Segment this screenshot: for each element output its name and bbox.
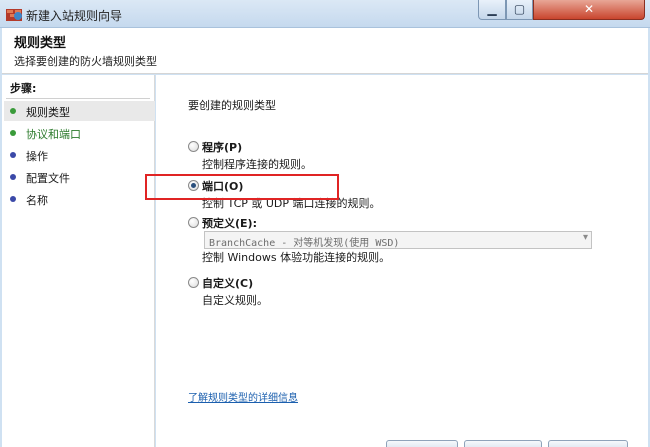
step-status-dot-icon	[10, 152, 16, 158]
option-label[interactable]: 自定义(C)	[202, 275, 253, 291]
step-label: 操作	[26, 150, 48, 163]
minimize-icon: ▁	[487, 2, 497, 16]
back-button[interactable]	[386, 440, 458, 447]
cancel-button[interactable]	[548, 440, 628, 447]
chevron-down-icon: ▾	[582, 232, 588, 243]
predefined-rule-select[interactable]: BranchCache - 对等机发现(使用 WSD) ▾	[204, 231, 592, 249]
step-label: 名称	[26, 194, 48, 207]
annotation-highlight-box	[145, 174, 339, 200]
step-status-dot-icon	[10, 108, 16, 114]
title-bar: 新建入站规则向导 ▁ ▢ ✕	[0, 0, 650, 28]
maximize-button[interactable]: ▢	[506, 0, 533, 20]
window-title: 新建入站规则向导	[26, 9, 123, 23]
minimize-button[interactable]: ▁	[478, 0, 506, 20]
close-button[interactable]: ✕	[533, 0, 645, 20]
learn-more-link[interactable]: 了解规则类型的详细信息	[188, 389, 298, 404]
radio-program[interactable]	[188, 141, 199, 152]
step-rule-type[interactable]: 规则类型	[4, 101, 155, 121]
step-profile[interactable]: 配置文件	[4, 167, 155, 187]
option-description: 控制程序连接的规则。	[202, 158, 312, 171]
firewall-app-icon	[6, 9, 22, 21]
steps-label: 步骤:	[10, 82, 37, 95]
maximize-icon: ▢	[513, 2, 526, 16]
rule-type-prompt: 要创建的规则类型	[188, 99, 276, 112]
radio-predefined[interactable]	[188, 217, 199, 228]
option-description: 自定义规则。	[202, 294, 268, 307]
wizard-header: 规则类型 选择要创建的防火墙规则类型	[2, 28, 648, 74]
steps-divider	[6, 98, 150, 99]
radio-custom[interactable]	[188, 277, 199, 288]
step-label: 协议和端口	[26, 128, 81, 141]
step-name[interactable]: 名称	[4, 189, 155, 209]
step-status-dot-icon	[10, 196, 16, 202]
step-status-dot-icon	[10, 130, 16, 136]
option-label[interactable]: 程序(P)	[202, 139, 242, 155]
main-panel: 要创建的规则类型 程序(P) 控制程序连接的规则。 端口(O) 控制 TCP 或…	[145, 75, 648, 447]
step-protocol-port[interactable]: 协议和端口	[4, 123, 155, 143]
step-action[interactable]: 操作	[4, 145, 155, 165]
page-subtitle: 选择要创建的防火墙规则类型	[14, 55, 157, 68]
select-value: BranchCache - 对等机发现(使用 WSD)	[209, 238, 400, 249]
option-description: 控制 Windows 体验功能连接的规则。	[202, 251, 391, 264]
page-title: 规则类型	[14, 36, 67, 51]
steps-sidebar: 步骤: 规则类型 协议和端口 操作 配置文件 名称	[2, 75, 155, 447]
option-label[interactable]: 预定义(E):	[202, 215, 257, 231]
step-status-dot-icon	[10, 174, 16, 180]
next-button[interactable]	[464, 440, 542, 447]
close-icon: ✕	[583, 2, 595, 16]
step-label: 规则类型	[26, 106, 70, 119]
step-label: 配置文件	[26, 172, 70, 185]
